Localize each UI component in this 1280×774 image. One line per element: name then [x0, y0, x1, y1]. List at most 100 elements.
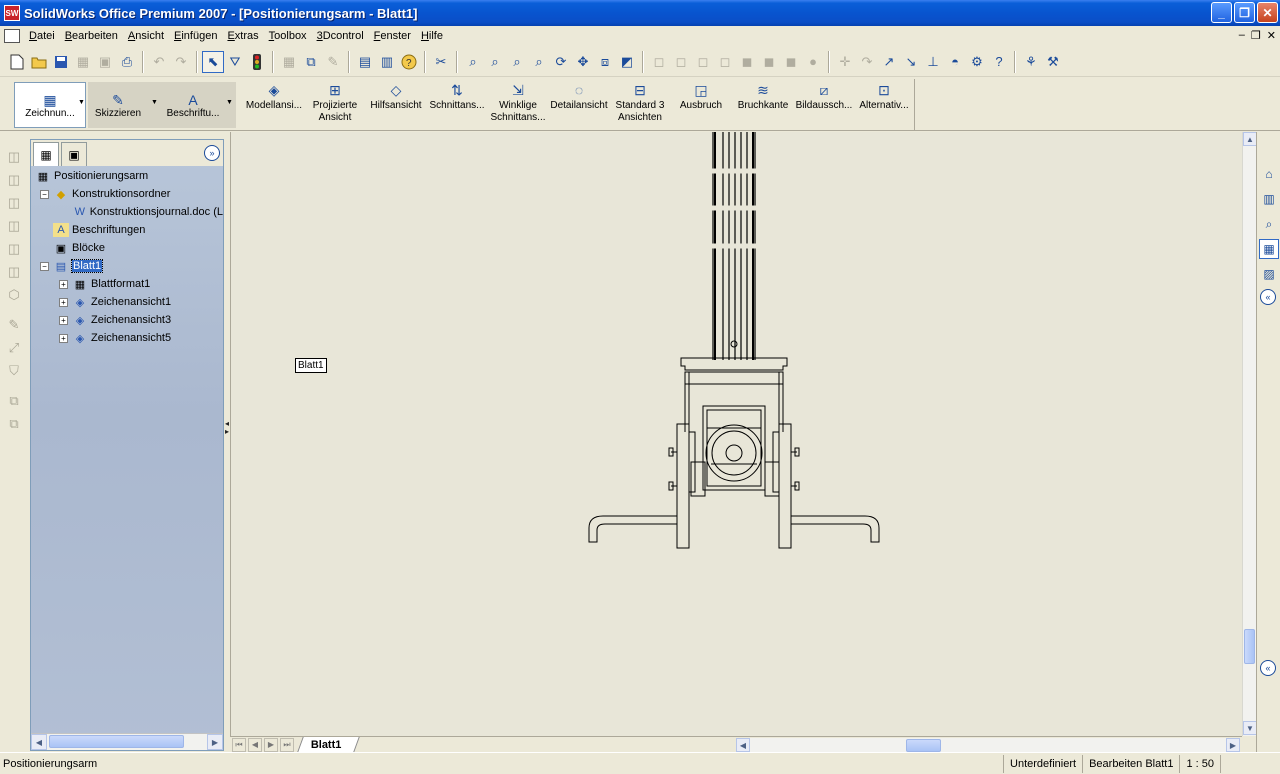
- print-setup-icon[interactable]: ▦: [72, 51, 94, 73]
- property-manager-tab-icon[interactable]: ▣: [61, 142, 87, 166]
- tree-item-zeichenansicht1[interactable]: + ◈ Zeichenansicht1: [31, 293, 223, 311]
- collapse-task-pane-icon[interactable]: «: [1260, 289, 1276, 305]
- standard-three-views-button[interactable]: ⊟ Standard 3 Ansichten: [610, 83, 670, 124]
- feature-tree-tab-icon[interactable]: ▦: [33, 142, 59, 166]
- collapse-toggle[interactable]: −: [40, 261, 49, 271]
- restore-button[interactable]: ❐: [1234, 2, 1255, 23]
- feature-tree-scrollbar[interactable]: ◀ ▶: [31, 733, 223, 750]
- collapse-toggle[interactable]: −: [40, 189, 49, 199]
- doc-close-button[interactable]: ✕: [1267, 29, 1276, 42]
- tab-beschriftung[interactable]: A Beschriftu...: [160, 82, 226, 128]
- stamp-icon[interactable]: ⛉: [3, 360, 25, 382]
- tab-dropdown-icon[interactable]: ▼: [151, 99, 158, 106]
- cube-icon[interactable]: ◫: [3, 238, 25, 260]
- tree-item-zeichenansicht5[interactable]: + ◈ Zeichenansicht5: [31, 329, 223, 347]
- ground-icon[interactable]: ⊥: [922, 51, 944, 73]
- tab-dropdown-icon[interactable]: ▼: [226, 99, 233, 106]
- shape-icon[interactable]: ⬡: [3, 284, 25, 306]
- expand-toggle[interactable]: +: [59, 297, 68, 307]
- document-menu-icon[interactable]: [4, 29, 20, 43]
- arrow-icon[interactable]: ↘: [900, 51, 922, 73]
- aligned-section-view-button[interactable]: ⇲ Winklige Schnittans...: [488, 83, 548, 124]
- arc-icon[interactable]: ↷: [856, 51, 878, 73]
- menu-3dcontrol[interactable]: 3Dcontrol: [312, 30, 369, 42]
- previous-view-icon[interactable]: ⧈: [594, 51, 616, 73]
- tree-item-zeichenansicht3[interactable]: + ◈ Zeichenansicht3: [31, 311, 223, 329]
- layer-icon[interactable]: ⧉: [3, 413, 25, 435]
- broken-out-section-button[interactable]: ◲ Ausbruch: [672, 83, 730, 112]
- zoom-area-icon[interactable]: ⌕: [484, 51, 506, 73]
- model-view-button[interactable]: ◈ Modellansi...: [244, 83, 304, 112]
- break-button[interactable]: ≋ Bruchkante: [734, 83, 792, 112]
- tree-root[interactable]: ▦ Positionierungsarm: [31, 167, 223, 185]
- new-document-icon[interactable]: [6, 51, 28, 73]
- select-icon[interactable]: ⬉: [202, 50, 224, 73]
- view-palette-icon[interactable]: ▦: [1259, 239, 1279, 259]
- splitter-grip-icon[interactable]: ◂ ▸: [225, 420, 229, 436]
- view-top-icon[interactable]: ◼: [736, 51, 758, 73]
- menu-ansicht[interactable]: Ansicht: [123, 30, 169, 42]
- status-scale[interactable]: 1 : 50: [1179, 754, 1220, 773]
- tab-zeichnung[interactable]: ▦ Zeichnun...: [14, 82, 86, 128]
- line-arrow-icon[interactable]: ↗: [878, 51, 900, 73]
- cube-icon[interactable]: ◫: [3, 169, 25, 191]
- print-icon[interactable]: ⎙: [116, 51, 138, 73]
- menu-toolbox[interactable]: Toolbox: [264, 30, 312, 42]
- open-folder-icon[interactable]: [28, 51, 50, 73]
- point-icon[interactable]: ✛: [834, 51, 856, 73]
- insert-block-icon[interactable]: ⧉: [300, 51, 322, 73]
- view-left-icon[interactable]: ◻: [692, 51, 714, 73]
- collapse-task-pane-bottom-icon[interactable]: «: [1260, 660, 1276, 676]
- vertical-scroll-thumb[interactable]: [1244, 629, 1255, 664]
- horizontal-scroll-thumb[interactable]: [906, 739, 941, 752]
- file-explorer-icon[interactable]: ⌕: [1259, 214, 1279, 234]
- scroll-up-icon[interactable]: ▲: [1243, 132, 1257, 146]
- drawing-canvas[interactable]: Blatt1: [230, 132, 1242, 736]
- expand-toggle[interactable]: +: [59, 279, 68, 289]
- tree-item-bloecke[interactable]: ▣ Blöcke: [31, 239, 223, 257]
- traffic-light-icon[interactable]: [246, 51, 268, 73]
- alternate-position-button[interactable]: ⊡ Alternativ...: [856, 83, 912, 112]
- publish-icon[interactable]: ▣: [94, 51, 116, 73]
- minimize-button[interactable]: _: [1211, 2, 1232, 23]
- appearance-icon[interactable]: ▨: [1259, 264, 1279, 284]
- scroll-left-icon[interactable]: ◀: [31, 734, 47, 750]
- pin-icon[interactable]: ✎: [322, 51, 344, 73]
- detail-view-button[interactable]: ◌ Detailansicht: [550, 83, 608, 112]
- first-sheet-icon[interactable]: ⏮: [232, 737, 246, 752]
- view-right-icon[interactable]: ◻: [714, 51, 736, 73]
- cube-icon[interactable]: ◫: [3, 192, 25, 214]
- menu-fenster[interactable]: Fenster: [369, 30, 416, 42]
- menu-extras[interactable]: Extras: [222, 30, 263, 42]
- view-orientation-icon[interactable]: ◩: [616, 51, 638, 73]
- cube-icon[interactable]: ◫: [3, 215, 25, 237]
- menu-einfuegen[interactable]: Einfügen: [169, 30, 222, 42]
- crop-view-button[interactable]: ⧄ Bildaussch...: [794, 83, 854, 112]
- tree-item-blatt1[interactable]: − ▤ Blatt1: [31, 257, 223, 275]
- tree-item-blattformat1[interactable]: + ▦ Blattformat1: [31, 275, 223, 293]
- tree-item-konstruktionsjournal[interactable]: W Konstruktionsjournal.doc (L: [31, 203, 223, 221]
- expand-toggle[interactable]: +: [59, 333, 68, 343]
- scroll-left-icon[interactable]: ◀: [736, 738, 750, 752]
- zoom-to-fit-icon[interactable]: ⌕: [462, 51, 484, 73]
- view-front-icon[interactable]: ◻: [648, 51, 670, 73]
- undo-icon[interactable]: ↶: [148, 51, 170, 73]
- close-button[interactable]: ✕: [1257, 2, 1278, 23]
- smart-dimension-icon[interactable]: ⤢: [3, 337, 25, 359]
- auxiliary-view-button[interactable]: ◇ Hilfsansicht: [366, 83, 426, 112]
- section-view-button[interactable]: ⇅ Schnittans...: [428, 83, 486, 112]
- helmet-icon[interactable]: ◓: [944, 51, 966, 73]
- view-iso-icon[interactable]: ◼: [780, 51, 802, 73]
- menu-bearbeiten[interactable]: Bearbeiten: [60, 30, 123, 42]
- pan-icon[interactable]: ✥: [572, 51, 594, 73]
- addin-icon[interactable]: ⚘: [1020, 51, 1042, 73]
- sheet-tab-blatt1[interactable]: Blatt1: [297, 737, 360, 752]
- scroll-down-icon[interactable]: ▼: [1243, 721, 1257, 735]
- menu-hilfe[interactable]: Hilfe: [416, 30, 448, 42]
- home-icon[interactable]: ⌂: [1259, 164, 1279, 184]
- design-library-icon[interactable]: ▥: [1259, 189, 1279, 209]
- whats-this-icon[interactable]: ?: [988, 51, 1010, 73]
- view-back-icon[interactable]: ◻: [670, 51, 692, 73]
- zoom-selection-icon[interactable]: ⌕: [528, 51, 550, 73]
- tools-icon[interactable]: ⚙: [966, 51, 988, 73]
